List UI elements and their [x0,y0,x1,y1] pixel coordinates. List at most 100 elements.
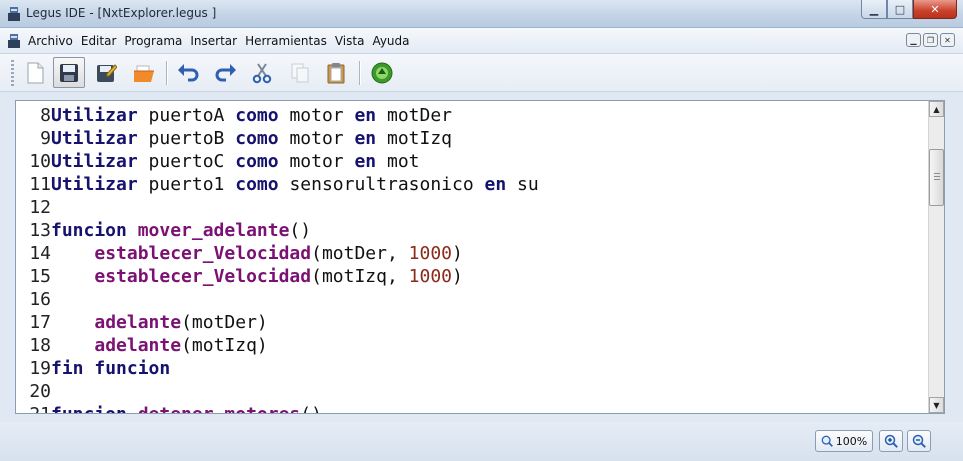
copy-icon [291,63,309,82]
menu-vista[interactable]: Vista [334,34,370,48]
menu-editar[interactable]: Editar [80,34,122,48]
magnifier-icon [821,435,833,447]
line-number: 11 [29,174,51,195]
zoom-reset-button[interactable]: 100% [815,430,873,452]
menu-ayuda[interactable]: Ayuda [371,34,414,48]
zoom-out-button[interactable] [907,430,931,452]
line-number: 16 [29,289,51,310]
menu-insertar[interactable]: Insertar [189,34,242,48]
code-token: () [300,404,322,413]
scroll-thumb[interactable] [929,149,944,206]
undo-button[interactable] [172,57,204,88]
maximize-icon: □ [894,2,906,16]
line-number: 9 [40,128,51,149]
app-icon [8,7,20,21]
vertical-scrollbar[interactable]: ▲ ▼ [928,101,944,413]
code-token: adelante [94,335,182,356]
line-number: 18 [29,335,51,356]
code-token: en [354,151,377,172]
open-folder-icon [134,65,154,82]
line-number: 20 [29,381,51,402]
menu-programa[interactable]: Programa [123,34,187,48]
code-line[interactable]: 8Utilizar puertoA como motor en motDer [16,104,452,127]
code-line[interactable]: 16 [16,288,51,311]
doc-close-button[interactable]: ✕ [940,33,955,47]
code-token: (motIzq) [181,335,268,356]
open-button[interactable] [128,57,160,88]
code-token: 1000 [408,266,453,287]
line-number: 17 [29,312,51,333]
cut-button[interactable] [246,57,278,88]
minimize-button[interactable]: ▁ [861,0,887,19]
code-token: como [235,105,279,126]
code-line[interactable]: 13funcion mover_adelante() [16,219,311,242]
code-token: como [235,151,279,172]
toolbar-separator [359,61,360,85]
code-token: fin [51,358,84,379]
arrow-up-icon: ▲ [933,104,940,114]
scroll-up-button[interactable]: ▲ [929,101,944,117]
restore-icon: ❐ [926,35,935,45]
code-token: motDer [376,105,453,126]
redo-icon [215,63,236,81]
code-token: funcion [51,404,127,413]
code-token: Utilizar [51,128,138,149]
code-line[interactable]: 18 adelante(motIzq) [16,334,268,357]
code-line[interactable]: 19fin funcion [16,357,170,380]
code-token: funcion [51,220,127,241]
code-token: motIzq [376,128,453,149]
code-line[interactable]: 10Utilizar puertoC como motor en mot [16,150,419,173]
title-bar: Legus IDE - [NxtExplorer.legus ] ▁ □ ✕ [0,0,963,28]
close-button[interactable]: ✕ [913,0,957,19]
window-title: Legus IDE - [NxtExplorer.legus ] [26,6,217,20]
arrow-down-icon: ▼ [933,400,940,410]
document-app-icon[interactable] [8,34,20,48]
toolbar-grip[interactable] [11,60,14,86]
code-token: motor [278,105,355,126]
scroll-down-button[interactable]: ▼ [929,397,944,413]
copy-button[interactable] [284,57,316,88]
code-token: mover_adelante [137,220,290,241]
code-token: en [354,105,377,126]
maximize-button[interactable]: □ [887,0,913,19]
code-token: como [235,128,279,149]
code-line[interactable]: 17 adelante(motDer) [16,311,267,334]
save-as-button[interactable] [90,57,122,88]
line-number: 8 [40,105,51,126]
close-icon: ✕ [944,35,951,45]
code-token: motor [278,151,355,172]
code-line[interactable]: 12 [16,196,51,219]
paste-icon [327,62,345,83]
save-button[interactable] [53,57,85,88]
code-line[interactable]: 21funcion detener_motores() [16,403,322,413]
line-number: 19 [29,358,51,379]
cut-icon [252,62,272,83]
code-editor[interactable]: 8Utilizar puertoA como motor en motDer 9U… [15,100,945,414]
code-token: Utilizar [51,105,138,126]
close-icon: ✕ [930,2,940,16]
code-line[interactable]: 20 [16,380,51,403]
doc-restore-button[interactable]: ❐ [923,33,938,47]
code-token: establecer_Velocidad [94,266,312,287]
code-line[interactable]: 14 establecer_Velocidad(motDer, 1000) [16,242,463,265]
menu-herramientas[interactable]: Herramientas [244,34,332,48]
doc-minimize-button[interactable]: ▁ [906,33,921,47]
code-token: Utilizar [51,174,138,195]
code-token: puertoB [137,128,236,149]
code-area[interactable]: 8Utilizar puertoA como motor en motDer 9U… [16,101,928,413]
zoom-in-button[interactable] [879,430,903,452]
document-window-controls: ▁ ❐ ✕ [906,33,955,47]
line-number: 21 [16,403,51,413]
code-line[interactable]: 11Utilizar puerto1 como sensorultrasonic… [16,173,538,196]
paste-button[interactable] [320,57,352,88]
code-token: (motDer, [311,243,409,264]
code-line[interactable]: 9Utilizar puertoB como motor en motIzq [16,127,452,150]
redo-button[interactable] [210,57,242,88]
menu-archivo[interactable]: Archivo [27,34,78,48]
new-file-button[interactable] [19,57,51,88]
code-line[interactable]: 15 establecer_Velocidad(motIzq, 1000) [16,265,463,288]
run-button[interactable] [366,57,398,88]
toolbar-separator [166,61,167,85]
